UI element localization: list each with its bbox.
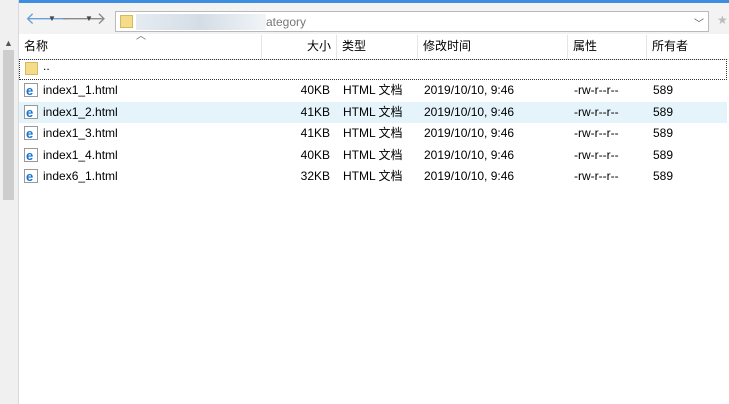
file-attrs: -rw-r--r-- [574, 169, 619, 183]
file-row[interactable]: e index1_4.html 40KB HTML 文档 2019/10/10,… [19, 145, 727, 166]
parent-dir-name: .. [43, 59, 50, 73]
col-size[interactable]: 大小 [262, 35, 337, 59]
col-type[interactable]: 类型 [337, 35, 418, 59]
bookmark-star-icon[interactable]: ★ [717, 13, 728, 27]
file-owner: 589 [653, 126, 674, 140]
file-mtime: 2019/10/10, 9:46 [424, 104, 515, 119]
file-owner: 589 [653, 169, 674, 183]
file-size: 40KB [300, 83, 330, 97]
html-file-icon: e [24, 104, 38, 120]
file-attrs: -rw-r--r-- [574, 83, 619, 97]
file-attrs: -rw-r--r-- [574, 104, 619, 119]
col-attrs[interactable]: 属性 [568, 35, 647, 59]
parent-dir-row[interactable]: .. [19, 59, 727, 80]
file-type: HTML 文档 [343, 83, 403, 97]
file-row[interactable]: e index1_3.html 41KB HTML 文档 2019/10/10,… [19, 123, 727, 144]
folder-icon [120, 15, 133, 28]
file-name: index1_1.html [43, 83, 118, 97]
file-mtime: 2019/10/10, 9:46 [424, 83, 515, 97]
path-combobox[interactable]: ategory ﹀ [115, 11, 709, 32]
file-owner: 589 [653, 83, 674, 97]
scrollbar-thumb[interactable] [3, 50, 14, 200]
file-owner: 589 [653, 147, 674, 162]
left-panel-scrollbar[interactable]: ▲ [0, 0, 19, 404]
path-text: ategory [266, 15, 307, 29]
col-mtime[interactable]: 修改时间 [418, 35, 568, 59]
file-type: HTML 文档 [343, 104, 403, 119]
column-header: ︿ 名称 大小 类型 修改时间 属性 所有者 [19, 31, 729, 60]
html-file-icon: e [24, 83, 38, 98]
file-mtime: 2019/10/10, 9:46 [424, 126, 515, 140]
col-name[interactable]: 名称 [19, 35, 262, 59]
file-name: index1_3.html [43, 126, 118, 140]
file-type: HTML 文档 [343, 169, 403, 183]
html-file-icon: e [24, 126, 38, 141]
chevron-down-icon[interactable]: ﹀ [694, 15, 704, 30]
file-attrs: -rw-r--r-- [574, 147, 619, 162]
file-type: HTML 文档 [343, 126, 403, 140]
folder-icon [25, 62, 38, 75]
file-owner: 589 [653, 104, 674, 119]
file-name: index1_4.html [43, 147, 118, 162]
file-type: HTML 文档 [343, 147, 403, 162]
back-dropdown-icon[interactable]: ▼ [48, 14, 56, 23]
path-redacted [136, 14, 266, 30]
file-size: 41KB [300, 104, 330, 119]
forward-arrow-icon[interactable]: 🡒 [61, 9, 107, 29]
file-name: index6_1.html [43, 169, 118, 183]
file-attrs: -rw-r--r-- [574, 126, 619, 140]
file-name: index1_2.html [43, 104, 118, 119]
file-mtime: 2019/10/10, 9:46 [424, 147, 515, 162]
forward-dropdown-icon[interactable]: ▼ [85, 14, 93, 23]
scroll-up-icon[interactable]: ▲ [4, 38, 13, 48]
file-size: 41KB [300, 126, 330, 140]
file-size: 40KB [300, 147, 330, 162]
file-row[interactable]: e index6_1.html 32KB HTML 文档 2019/10/10,… [19, 166, 727, 187]
toolbar: 🡐 ▼ 🡒 ▼ ategory ﹀ ★ ▼ [19, 3, 729, 34]
file-mtime: 2019/10/10, 9:46 [424, 169, 515, 183]
html-file-icon: e [24, 147, 38, 163]
file-size: 32KB [300, 169, 330, 183]
html-file-icon: e [24, 169, 38, 184]
col-owner[interactable]: 所有者 [647, 35, 729, 59]
file-row[interactable]: e index1_1.html 40KB HTML 文档 2019/10/10,… [19, 80, 727, 101]
file-row[interactable]: e index1_2.html 41KB HTML 文档 2019/10/10,… [19, 101, 727, 123]
